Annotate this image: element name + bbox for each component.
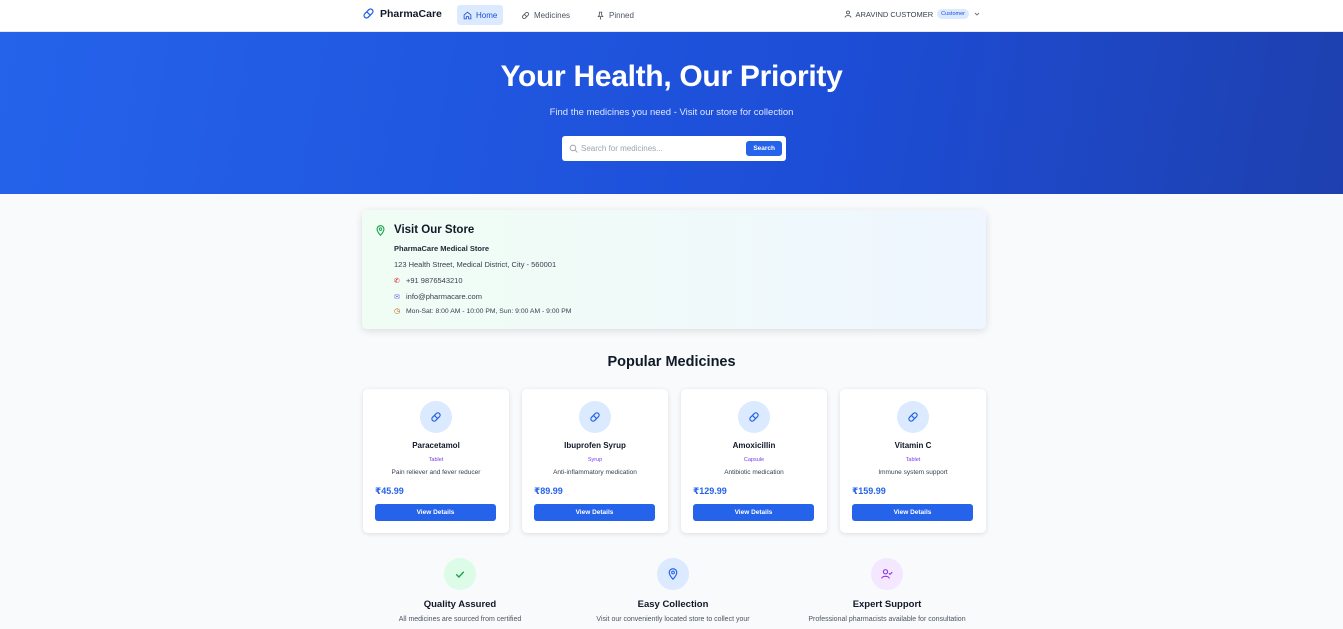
check-icon	[455, 571, 465, 578]
hero-banner: Your Health, Our Priority Find the medic…	[0, 32, 1343, 194]
top-navbar: PharmaCare Home Medicines Pinned ARAVIND…	[0, 0, 1343, 32]
user-name: ARAVIND CUSTOMER	[855, 9, 934, 19]
medicine-card: Ibuprofen Syrup Syrup Anti-inflammatory …	[522, 389, 668, 533]
medicine-description: Antibiotic medication	[724, 469, 784, 476]
medicine-name: Vitamin C	[894, 441, 932, 450]
nav-link-label: Medicines	[534, 10, 571, 20]
medicine-icon-circle	[579, 401, 611, 433]
hero-subtitle: Find the medicines you need - Visit our …	[549, 107, 794, 118]
feature-description: Professional pharmacists available for c…	[808, 616, 966, 623]
medicine-price: ₹159.99	[852, 486, 886, 496]
mail-icon: ✉	[394, 293, 400, 301]
feature-icon-circle	[444, 558, 476, 590]
store-hours-row: ◷ Mon-Sat: 8:00 AM - 10:00 PM, Sun: 9:00…	[394, 307, 572, 316]
store-info-card: Visit Our Store PharmaCare Medical Store…	[362, 210, 986, 329]
medicine-icon-circle	[897, 401, 929, 433]
phone-icon: ✆	[394, 277, 400, 285]
role-badge: Customer	[937, 9, 969, 19]
view-details-button[interactable]: View Details	[534, 504, 655, 521]
feature-quality-assured: Quality Assured All medicines are source…	[360, 558, 560, 623]
medicine-card: Amoxicillin Capsule Antibiotic medicatio…	[681, 389, 827, 533]
store-address: 123 Health Street, Medical District, Cit…	[394, 260, 557, 269]
medicine-type: Capsule	[743, 457, 765, 463]
medicine-icon-circle	[420, 401, 452, 433]
home-icon	[463, 11, 472, 19]
medicine-description: Anti-inflammatory medication	[553, 469, 637, 476]
feature-description: Visit our conveniently located store to …	[596, 616, 750, 623]
medicine-card: Paracetamol Tablet Pain reliever and fev…	[363, 389, 509, 533]
view-details-button[interactable]: View Details	[693, 504, 814, 521]
pill-icon	[749, 412, 759, 422]
store-email-row: ✉ info@pharmacare.com	[394, 292, 482, 301]
medicine-card: Vitamin C Tablet Immune system support ₹…	[840, 389, 986, 533]
brand-name: PharmaCare	[380, 7, 442, 20]
medicine-type: Tablet	[905, 457, 921, 463]
feature-title: Expert Support	[852, 599, 922, 610]
search-icon	[569, 144, 578, 153]
store-hours: Mon-Sat: 8:00 AM - 10:00 PM, Sun: 9:00 A…	[406, 307, 572, 315]
medicine-description: Immune system support	[878, 469, 948, 476]
feature-icon-circle	[871, 558, 903, 590]
user-menu[interactable]: ARAVIND CUSTOMER Customer	[844, 9, 982, 19]
feature-icon-circle	[657, 558, 689, 590]
search-button[interactable]: Search	[746, 141, 782, 156]
nav-link-pinned[interactable]: Pinned	[590, 5, 640, 25]
pill-icon	[431, 412, 441, 422]
brand-logo[interactable]: PharmaCare	[362, 7, 442, 20]
search-bar: Search	[562, 136, 786, 161]
nav-link-medicines[interactable]: Medicines	[515, 5, 576, 25]
section-title-popular: Popular Medicines	[607, 354, 736, 370]
medicine-name: Paracetamol	[412, 441, 460, 450]
store-name: PharmaCare Medical Store	[394, 244, 490, 253]
view-details-button[interactable]: View Details	[852, 504, 973, 521]
clock-icon: ◷	[394, 308, 401, 315]
medicine-description: Pain reliever and fever reducer	[391, 469, 481, 476]
search-input[interactable]	[581, 141, 741, 156]
nav-link-label: Pinned	[609, 10, 634, 20]
medicine-name: Amoxicillin	[732, 441, 776, 450]
pill-icon	[521, 11, 530, 19]
feature-description: All medicines are sourced from certified	[398, 616, 522, 623]
feature-easy-collection: Easy Collection Visit our conveniently l…	[573, 558, 773, 623]
medicine-price: ₹89.99	[534, 486, 563, 496]
view-details-button[interactable]: View Details	[375, 504, 496, 521]
store-phone: +91 9876543210	[406, 276, 463, 285]
store-heading: Visit Our Store	[394, 224, 475, 236]
medicine-icon-circle	[738, 401, 770, 433]
feature-title: Quality Assured	[423, 599, 497, 610]
store-phone-row: ✆ +91 9876543210	[394, 276, 463, 285]
nav-link-label: Home	[476, 10, 498, 20]
feature-expert-support: Expert Support Professional pharmacists …	[787, 558, 987, 623]
pill-logo-icon	[363, 8, 374, 19]
medicine-price: ₹45.99	[375, 486, 404, 496]
location-pin-icon	[376, 225, 385, 236]
feature-title: Easy Collection	[637, 599, 709, 610]
store-email: info@pharmacare.com	[406, 292, 482, 301]
pill-icon	[590, 412, 600, 422]
medicine-name: Ibuprofen Syrup	[564, 441, 626, 450]
pill-icon	[908, 412, 918, 422]
nav-link-home[interactable]: Home	[457, 5, 504, 25]
pin-icon	[597, 11, 604, 19]
medicine-type: Syrup	[587, 457, 603, 463]
user-check-icon	[881, 569, 893, 579]
medicine-price: ₹129.99	[693, 486, 727, 496]
store-address-row: 123 Health Street, Medical District, Cit…	[394, 260, 556, 269]
location-pin-icon	[668, 568, 678, 580]
medicine-type: Tablet	[428, 457, 444, 463]
chevron-down-icon	[974, 12, 980, 16]
hero-title: Your Health, Our Priority	[500, 60, 843, 93]
user-icon	[844, 10, 851, 18]
